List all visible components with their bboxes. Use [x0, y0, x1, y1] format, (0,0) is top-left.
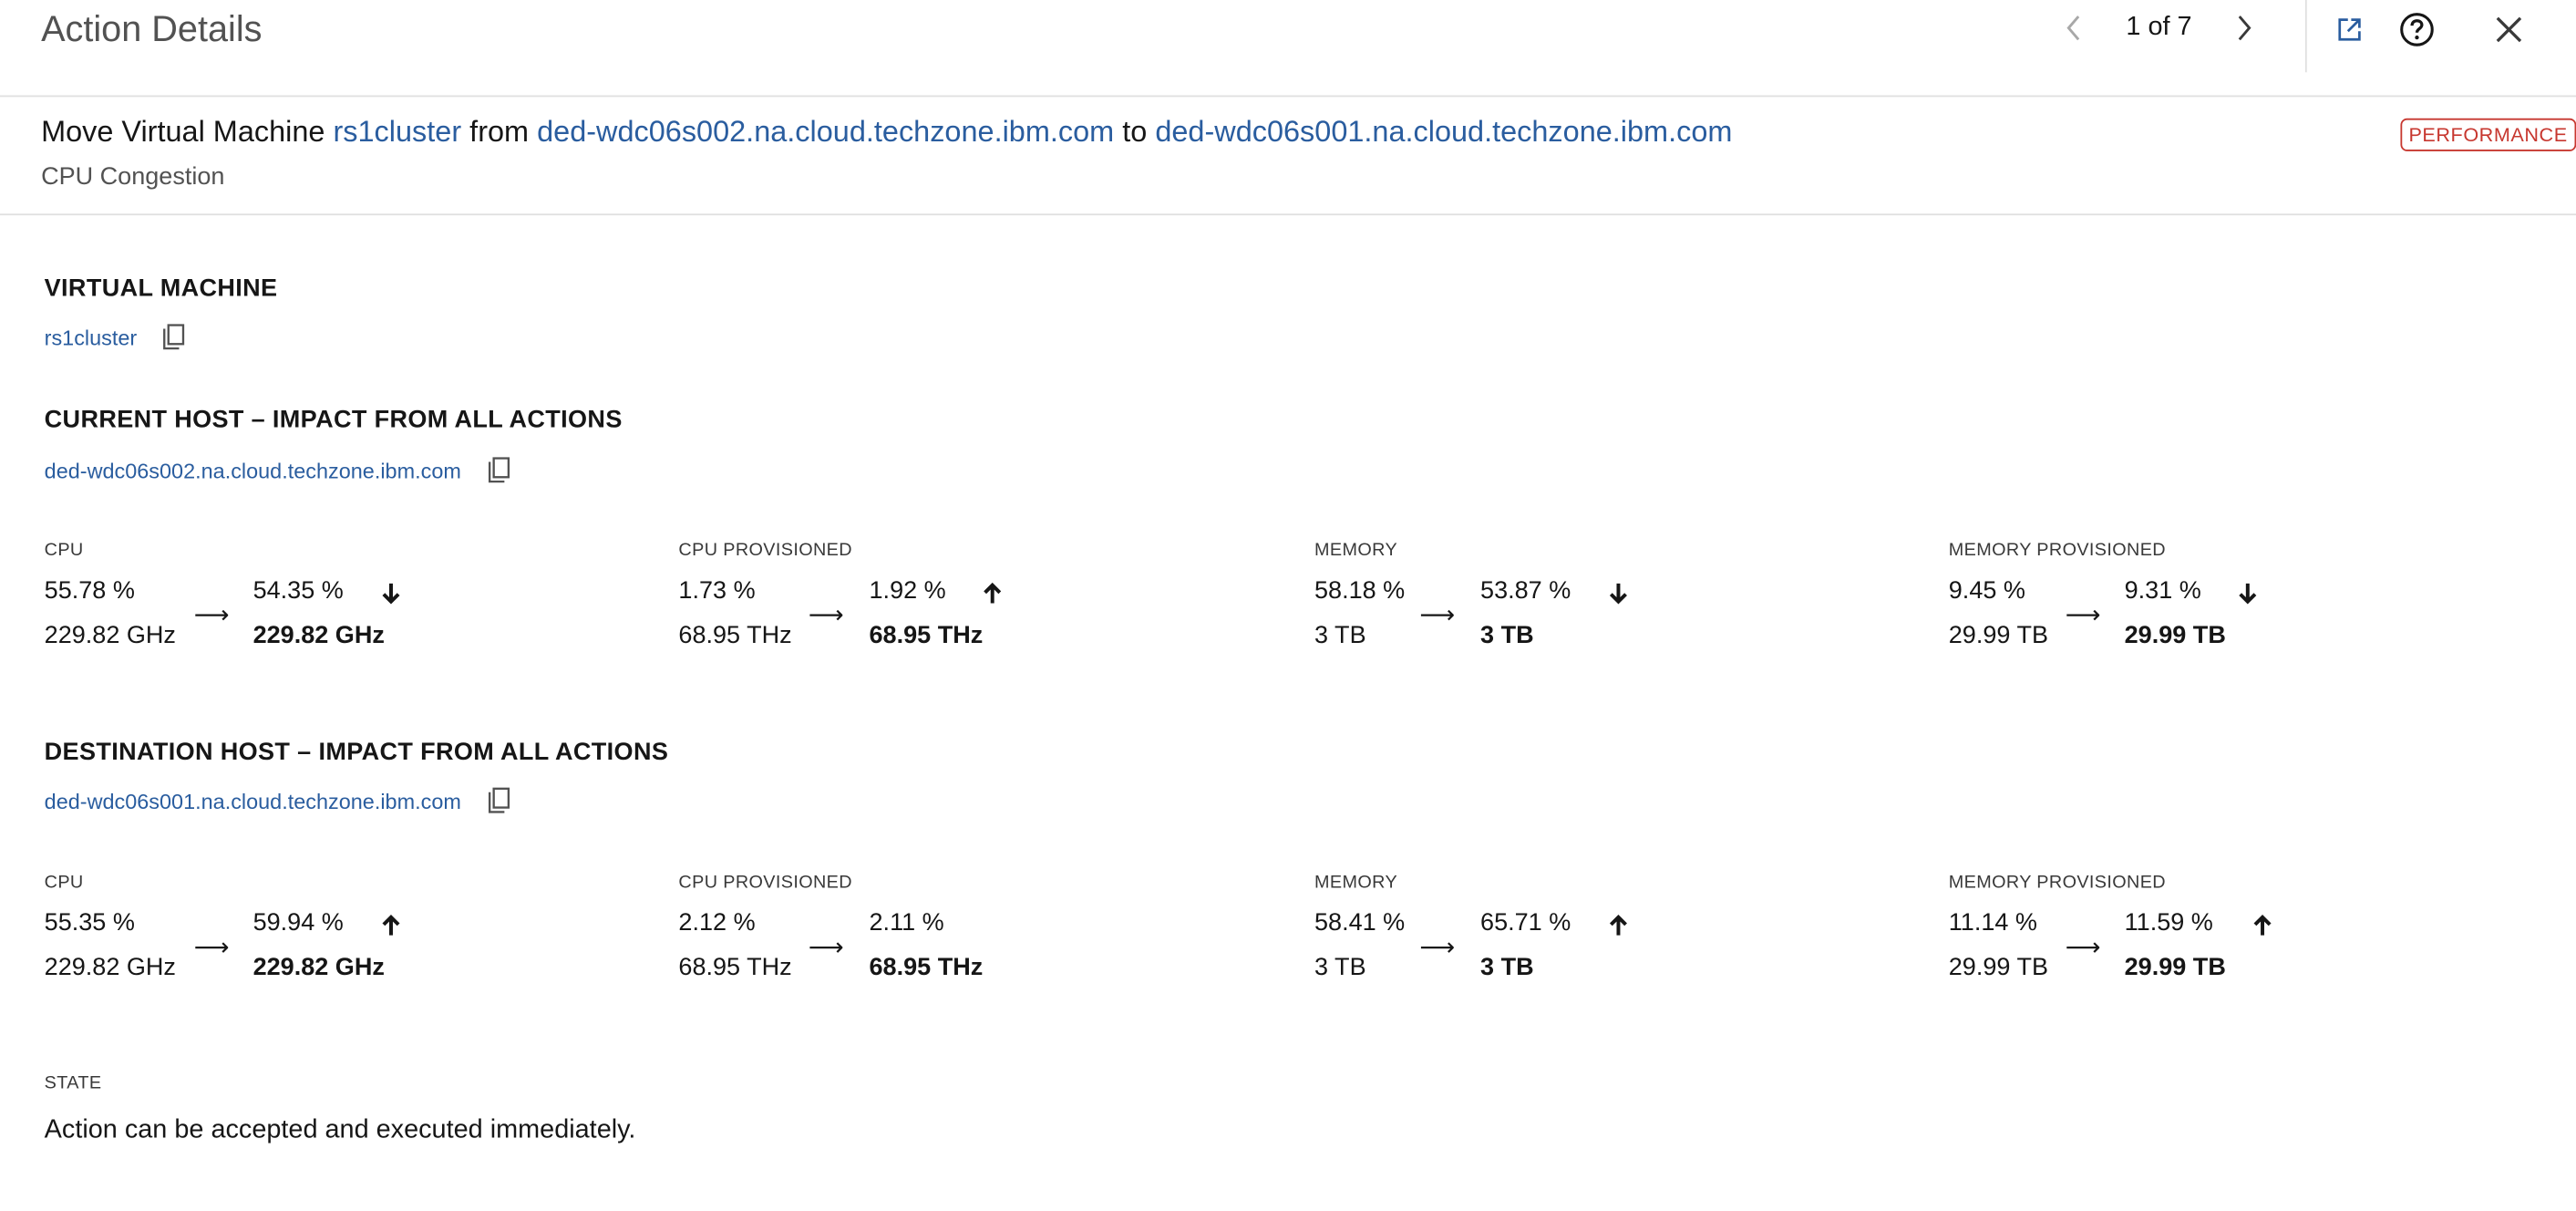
arrow-up-icon	[983, 582, 1003, 605]
before-percent: 9.45 %	[1948, 576, 2025, 606]
destination-host-metric-memory: MEMORY 58.41 % 3 TB ⟶ 65.71 % 3 TB	[1314, 873, 1742, 1004]
pager: 1 of 7	[2057, 6, 2262, 49]
after-value: 3 TB	[1480, 621, 1534, 649]
copy-icon[interactable]	[486, 786, 512, 815]
metric-label: MEMORY PROVISIONED	[1948, 873, 2167, 893]
before-percent: 55.78 %	[44, 576, 135, 606]
pager-count: 1 of 7	[2126, 13, 2192, 42]
current-host-link[interactable]: ded-wdc06s002.na.cloud.techzone.ibm.com	[45, 458, 461, 482]
chevron-left-icon[interactable]	[2057, 6, 2090, 49]
arrow-right-icon: ⟶	[193, 933, 230, 962]
after-value: 3 TB	[1480, 953, 1534, 982]
before-percent: 11.14 %	[1948, 908, 2037, 937]
after-value: 68.95 THz	[869, 621, 984, 649]
arrow-right-icon: ⟶	[193, 601, 230, 630]
destination-host-title: DESTINATION HOST – IMPACT FROM ALL ACTIO…	[44, 738, 669, 766]
after-value: 229.82 GHz	[252, 621, 385, 649]
metric-label: CPU	[44, 541, 84, 561]
destination-host-row: ded-wdc06s001.na.cloud.techzone.ibm.com	[45, 786, 512, 815]
arrow-up-icon	[381, 914, 401, 937]
to-word: to	[1122, 115, 1148, 149]
action-reason: CPU Congestion	[41, 162, 225, 191]
after-percent: 2.11 %	[869, 908, 944, 937]
destination-host-metric-memory-provisioned: MEMORY PROVISIONED 11.14 % 29.99 TB ⟶ 11…	[1949, 873, 2376, 1004]
after-percent: 1.92 %	[869, 576, 946, 606]
current-host-title: CURRENT HOST – IMPACT FROM ALL ACTIONS	[44, 406, 623, 434]
before-value: 68.95 THz	[678, 953, 792, 982]
metric-label: MEMORY PROVISIONED	[1948, 541, 2167, 561]
arrow-down-icon	[2238, 582, 2258, 605]
before-percent: 1.73 %	[678, 576, 756, 606]
metric-label: MEMORY	[1314, 541, 1398, 561]
before-value: 229.82 GHz	[44, 621, 176, 649]
destination-host-link[interactable]: ded-wdc06s001.na.cloud.techzone.ibm.com	[1155, 115, 1732, 148]
arrow-right-icon: ⟶	[808, 601, 844, 630]
action-summary: Move Virtual Machine rs1cluster from ded…	[0, 96, 2576, 216]
before-value: 3 TB	[1314, 953, 1366, 982]
before-value: 68.95 THz	[678, 621, 792, 649]
after-percent: 9.31 %	[2124, 576, 2201, 606]
current-host-row: ded-wdc06s002.na.cloud.techzone.ibm.com	[45, 455, 512, 484]
metric-label: CPU	[44, 873, 84, 893]
metric-label: CPU PROVISIONED	[678, 541, 852, 561]
before-percent: 58.41 %	[1314, 908, 1406, 937]
before-value: 29.99 TB	[1948, 621, 2049, 649]
arrow-down-icon	[381, 582, 401, 605]
panel-header: Action Details 1 of 7	[0, 0, 2576, 98]
before-percent: 2.12 %	[678, 908, 756, 937]
before-percent: 58.18 %	[1314, 576, 1406, 606]
from-word: from	[469, 115, 530, 149]
before-value: 3 TB	[1314, 621, 1366, 649]
destination-host-metric-cpu: CPU 55.35 % 229.82 GHz ⟶ 59.94 % 229.82 …	[45, 873, 472, 1004]
current-host-metric-memory: MEMORY 58.18 % 3 TB ⟶ 53.87 % 3 TB	[1314, 541, 1742, 672]
copy-icon[interactable]	[486, 455, 512, 484]
header-divider	[2304, 0, 2307, 73]
vm-link[interactable]: rs1cluster	[333, 115, 461, 148]
arrow-right-icon: ⟶	[1419, 601, 1456, 630]
chevron-right-icon[interactable]	[2228, 6, 2261, 49]
current-host-metric-cpu: CPU 55.78 % 229.82 GHz ⟶ 54.35 % 229.82 …	[45, 541, 472, 672]
before-value: 29.99 TB	[1948, 953, 2049, 982]
after-percent: 53.87 %	[1480, 576, 1571, 606]
after-percent: 54.35 %	[252, 576, 344, 606]
metric-label: CPU PROVISIONED	[678, 873, 852, 893]
arrow-right-icon: ⟶	[2065, 933, 2101, 962]
state-text: Action can be accepted and executed imme…	[44, 1115, 636, 1144]
after-value: 29.99 TB	[2124, 621, 2226, 649]
before-percent: 55.35 %	[44, 908, 135, 937]
arrow-right-icon: ⟶	[808, 933, 844, 962]
arrow-right-icon: ⟶	[1419, 933, 1456, 962]
current-host-metric-memory-provisioned: MEMORY PROVISIONED 9.45 % 29.99 TB ⟶ 9.3…	[1949, 541, 2376, 672]
after-percent: 65.71 %	[1480, 908, 1571, 937]
after-percent: 11.59 %	[2124, 908, 2213, 937]
action-prefix: Move Virtual Machine	[41, 115, 325, 149]
destination-host-metric-cpu-provisioned: CPU PROVISIONED 2.12 % 68.95 THz ⟶ 2.11 …	[678, 873, 1106, 1004]
performance-badge: PERFORMANCE	[2400, 118, 2576, 151]
current-host-metric-cpu-provisioned: CPU PROVISIONED 1.73 % 68.95 THz ⟶ 1.92 …	[678, 541, 1106, 672]
vm-name-link[interactable]: rs1cluster	[45, 325, 138, 349]
virtual-machine-row: rs1cluster	[45, 322, 188, 351]
launch-icon[interactable]	[2328, 8, 2371, 51]
arrow-right-icon: ⟶	[2065, 601, 2101, 630]
after-value: 29.99 TB	[2124, 953, 2226, 982]
page-title: Action Details	[41, 8, 263, 50]
arrow-up-icon	[2252, 914, 2272, 937]
after-value: 68.95 THz	[869, 953, 984, 982]
help-icon[interactable]	[2396, 8, 2438, 51]
source-host-link[interactable]: ded-wdc06s002.na.cloud.techzone.ibm.com	[537, 115, 1114, 148]
before-value: 229.82 GHz	[44, 953, 176, 982]
action-details-panel: Action Details 1 of 7 Move Virtual Machi…	[0, 0, 2576, 1211]
arrow-up-icon	[1609, 914, 1629, 937]
after-percent: 59.94 %	[252, 908, 344, 937]
after-value: 229.82 GHz	[252, 953, 385, 982]
state-label: STATE	[44, 1073, 102, 1093]
destination-host-link[interactable]: ded-wdc06s001.na.cloud.techzone.ibm.com	[45, 788, 461, 813]
action-description: Move Virtual Machine rs1cluster from ded…	[41, 115, 1732, 150]
arrow-down-icon	[1609, 582, 1629, 605]
virtual-machine-title: VIRTUAL MACHINE	[44, 274, 278, 303]
close-icon[interactable]	[2488, 8, 2530, 51]
copy-icon[interactable]	[161, 322, 188, 351]
metric-label: MEMORY	[1314, 873, 1398, 893]
